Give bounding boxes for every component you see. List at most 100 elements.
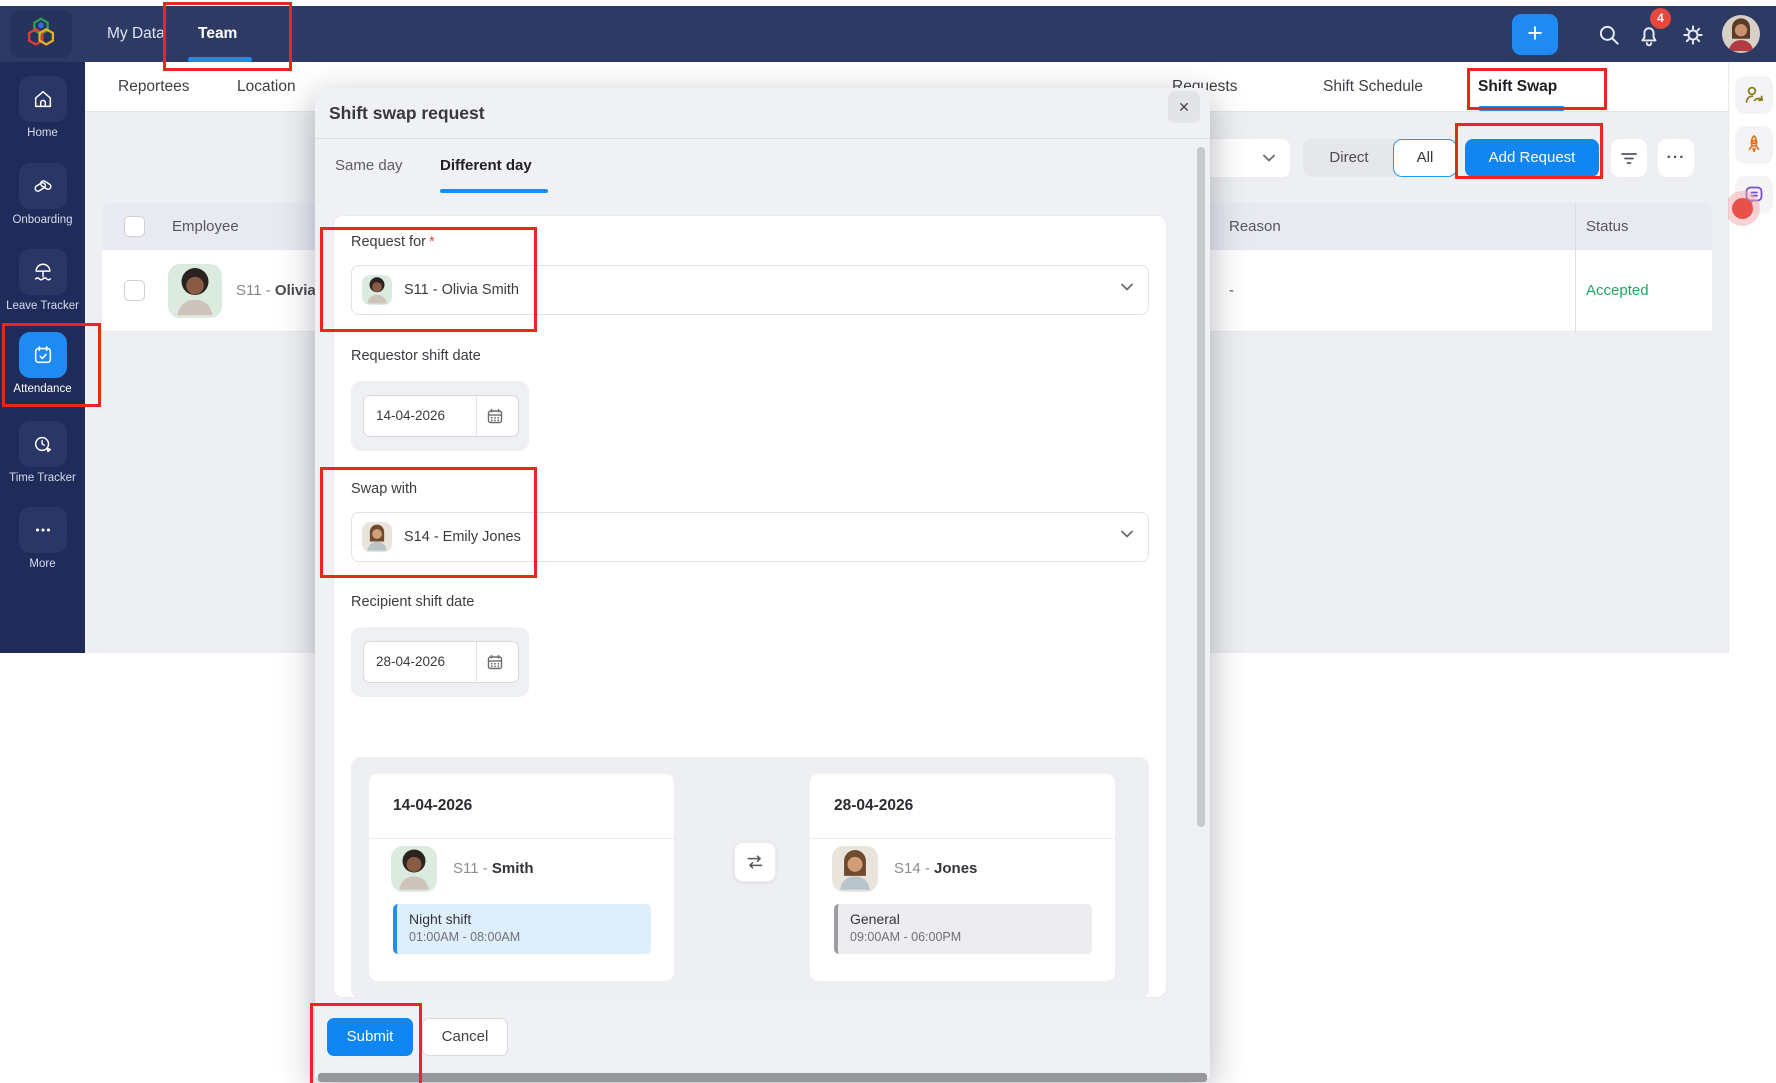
time-tracker-clock-icon [18,421,67,467]
employee-id-prefix: S11 - [236,282,275,299]
sidebar-item-attendance[interactable]: Attendance [0,332,85,395]
recipient-date-field: 28-04-2026 [351,627,529,697]
rocket-icon[interactable] [1735,126,1773,164]
modal-tab-same-day[interactable]: Same day [335,138,403,193]
top-bar: My Data Team + 4 [0,6,1776,62]
close-icon[interactable]: ✕ [1168,91,1200,123]
shift-name: General [850,911,900,927]
notification-count-badge: 4 [1650,8,1671,29]
modal-title: Shift swap request [329,103,485,123]
swap-with-value: S14 - Emily Jones [404,529,521,545]
zoho-people-logo[interactable] [10,10,72,58]
requestor-date-input[interactable]: 14-04-2026 [363,395,519,437]
subnav-tab-reportees[interactable]: Reportees [118,62,190,112]
sidebar-label-leave-tracker: Leave Tracker [6,300,79,312]
request-for-value: S11 - Olivia Smith [404,282,519,298]
chevron-down-icon [1121,530,1133,538]
column-header-reason[interactable]: Reason [1229,203,1281,250]
date-input-divider [476,642,477,682]
hex-flower-logo-icon [27,17,55,46]
recipient-date-input[interactable]: 28-04-2026 [363,641,519,683]
beach-umbrella-icon [18,249,67,295]
right-utility-rail [1728,62,1776,653]
swap-arrows-icon [734,842,776,882]
requestor-date-value: 14-04-2026 [376,408,446,423]
sidebar-label-attendance: Attendance [13,383,72,395]
submit-button[interactable]: Submit [327,1018,413,1056]
cancel-button[interactable]: Cancel [422,1018,508,1056]
swap-with-label: Swap with [351,481,418,497]
sidebar-label-onboarding: Onboarding [12,214,73,226]
recipient-shift-chip: General 09:00AM - 06:00PM [834,904,1092,954]
swap-with-dropdown[interactable]: S14 - Emily Jones [351,512,1149,562]
modal-scrollbar[interactable] [1197,147,1205,827]
recipient-card-avatar [832,846,878,892]
modal-tab-different-day[interactable]: Different day [440,138,532,193]
app-screen: My Data Team + 4 Home Onboarding Leave T… [0,0,1776,1083]
sidebar-label-home: Home [27,127,58,139]
requestor-card-avatar [391,846,437,892]
request-for-dropdown[interactable]: S11 - Olivia Smith [351,265,1149,315]
row-checkbox[interactable] [124,280,145,301]
add-request-button[interactable]: Add Request [1465,139,1599,177]
sidebar-label-more: More [29,558,56,570]
card-divider [369,838,674,839]
reason-cell: - [1229,282,1234,299]
sidebar-item-home[interactable]: Home [0,76,85,139]
calendar-icon[interactable] [486,407,504,425]
shift-time: 09:00AM - 06:00PM [850,930,962,944]
recipient-card-name: S14 - Jones [894,860,978,877]
request-for-avatar [362,275,392,305]
required-asterisk: * [428,234,435,250]
filter-icon [1621,153,1637,164]
requestor-shift-card: 14-04-2026 S11 - Smith Night shift 01:00… [369,774,674,981]
date-input-divider [476,396,477,436]
modal-form-card: Request for * S11 - Olivia Smith Requesto… [333,215,1167,999]
subnav-tab-shift-schedule[interactable]: Shift Schedule [1323,62,1423,112]
requestor-date-field: 14-04-2026 [351,381,529,451]
shift-comparison-panel: 14-04-2026 S11 - Smith Night shift 01:00… [351,757,1149,999]
search-icon[interactable] [1596,22,1622,48]
shift-swap-active-underline [1478,106,1565,111]
requestor-shift-chip: Night shift 01:00AM - 08:00AM [393,904,651,954]
alert-red-dot [1732,198,1753,219]
home-icon [18,76,67,122]
column-header-status[interactable]: Status [1586,203,1629,250]
subnav-tab-location[interactable]: Location [237,62,296,112]
requestor-card-date: 14-04-2026 [393,797,473,814]
sidebar-item-onboarding[interactable]: Onboarding [0,163,85,226]
more-options-button[interactable]: ··· [1658,139,1694,177]
status-badge: Accepted [1586,282,1649,299]
different-day-active-underline [440,189,548,193]
calendar-icon[interactable] [486,653,504,671]
segment-direct[interactable]: Direct [1318,139,1380,177]
handshake-icon [18,163,67,209]
sidebar-item-time-tracker[interactable]: Time Tracker [0,421,85,484]
filter-button[interactable] [1611,139,1647,177]
user-avatar[interactable] [1722,15,1760,53]
add-button[interactable]: + [1512,14,1558,55]
column-divider [1575,203,1576,332]
select-all-checkbox[interactable] [124,216,145,237]
recipient-card-date: 28-04-2026 [834,797,914,814]
subnav-tab-shift-swap[interactable]: Shift Swap [1478,62,1557,112]
share-user-icon[interactable] [1735,76,1773,114]
gear-icon[interactable] [1680,22,1706,48]
column-header-employee[interactable]: Employee [172,203,239,250]
swap-with-avatar [362,522,392,552]
chevron-down-icon [1263,154,1275,162]
more-ellipsis-icon [18,507,67,553]
modal-bottom-scrollbar[interactable] [318,1073,1207,1082]
requestor-card-name: S11 - Smith [453,860,534,877]
employee-avatar [168,264,222,318]
recipient-shift-date-label: Recipient shift date [351,594,475,610]
tab-my-data[interactable]: My Data [107,6,165,62]
sidebar-item-more[interactable]: More [0,507,85,570]
request-for-label: Request for * [351,234,435,250]
shift-swap-request-modal: Shift swap request ✕ Same day Different … [315,88,1210,1082]
view-dropdown-partial[interactable] [1205,139,1290,177]
tab-team[interactable]: Team [198,6,237,62]
sidebar-item-leave-tracker[interactable]: Leave Tracker [0,249,85,312]
card-divider [810,838,1115,839]
segment-all[interactable]: All [1393,139,1457,177]
